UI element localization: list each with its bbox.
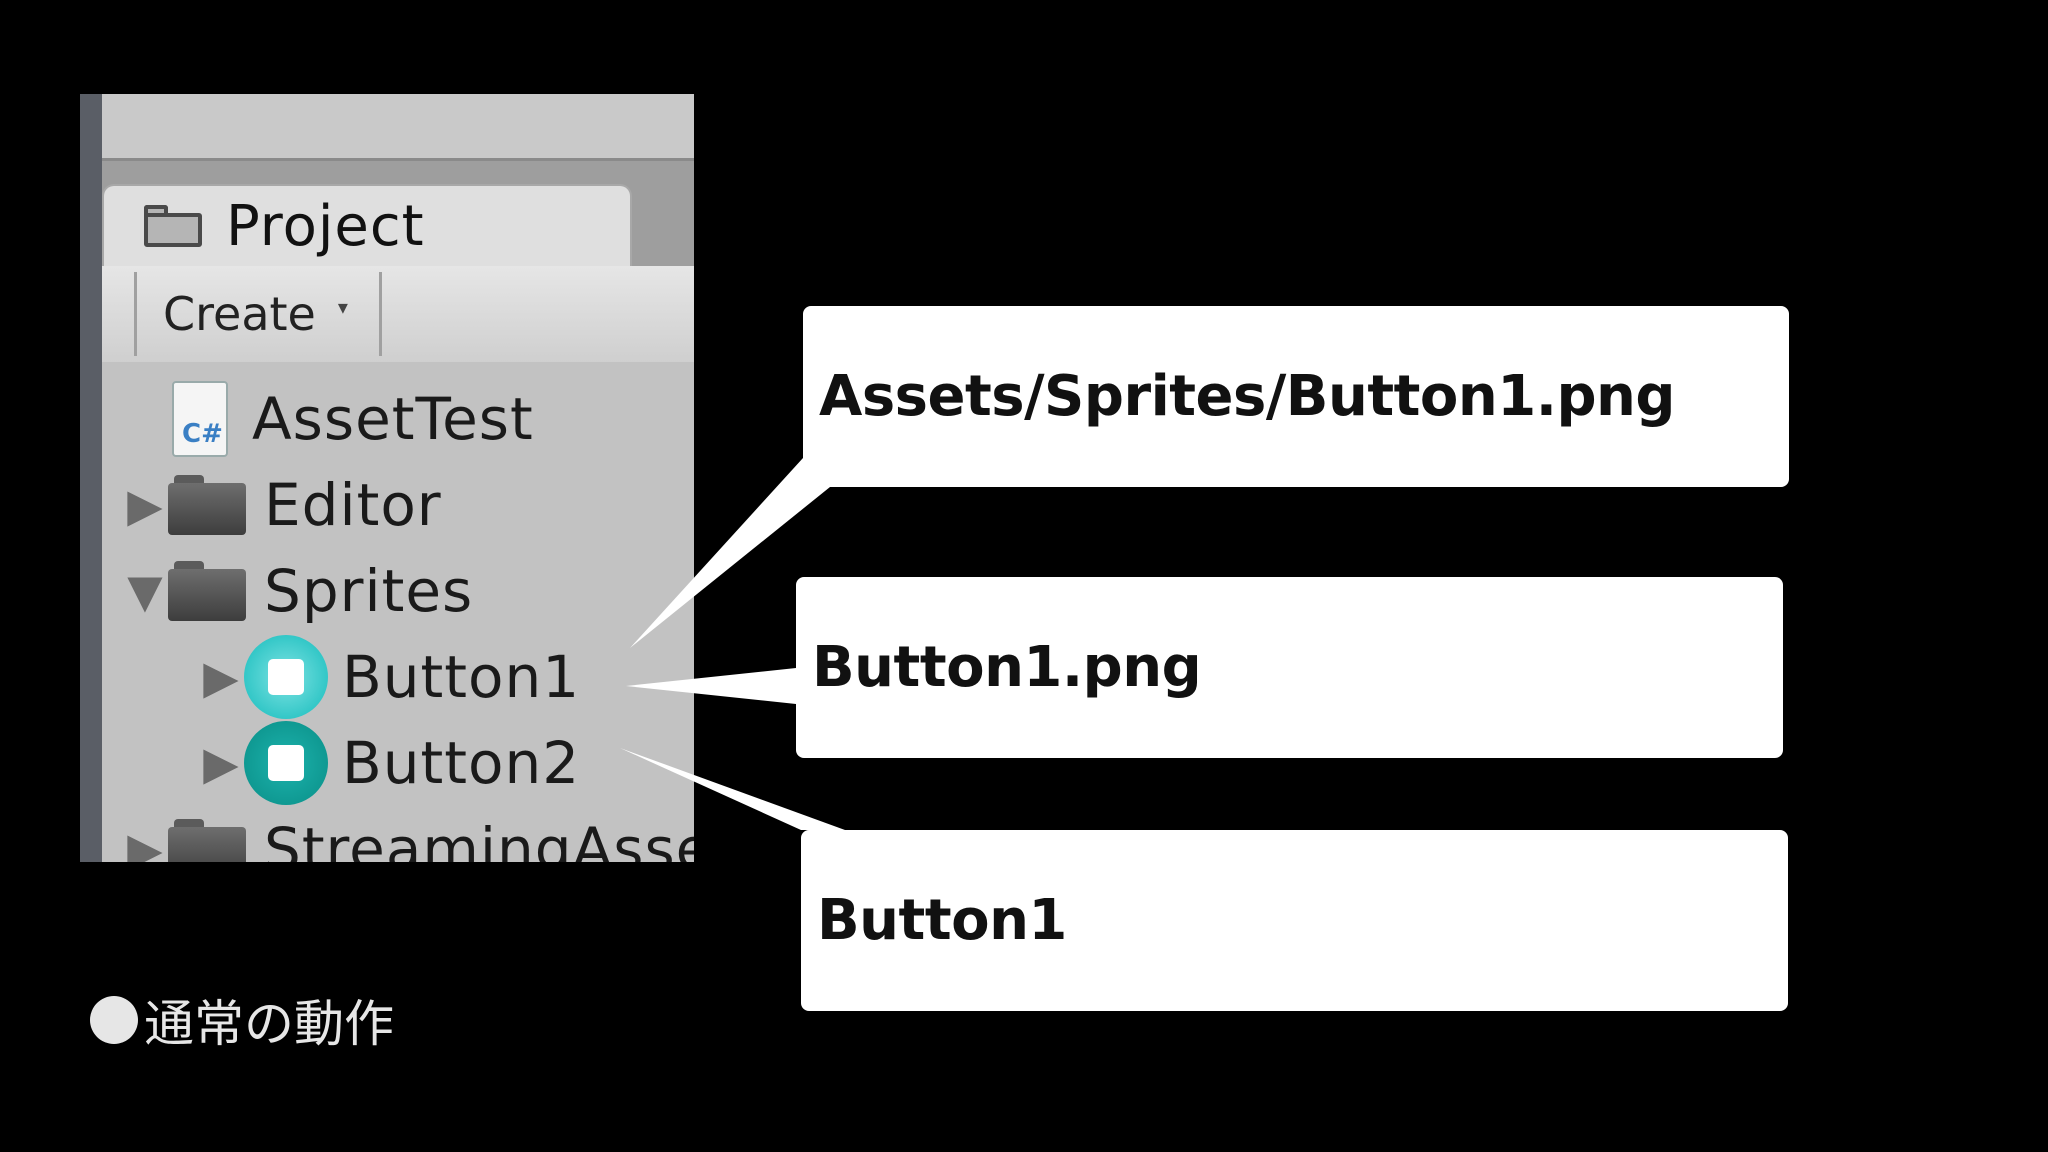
callout-asset-name: Button1 — [801, 830, 1788, 1011]
callout-asset-path-text: Assets/Sprites/Button1.png — [819, 364, 1676, 429]
slide: Project Create ▾ C# AssetTest ▶ Editor ▼… — [0, 0, 2048, 1152]
caption-text: 通常の動作 — [144, 995, 394, 1053]
caption: 通常の動作 — [90, 984, 394, 1056]
connector-file — [626, 668, 796, 704]
callout-file-name-text: Button1.png — [812, 635, 1202, 700]
connector-name — [620, 748, 845, 830]
callout-asset-name-text: Button1 — [817, 888, 1067, 953]
callout-file-name: Button1.png — [796, 577, 1783, 758]
callout-asset-path: Assets/Sprites/Button1.png — [803, 306, 1789, 487]
bullet-icon — [90, 996, 138, 1044]
